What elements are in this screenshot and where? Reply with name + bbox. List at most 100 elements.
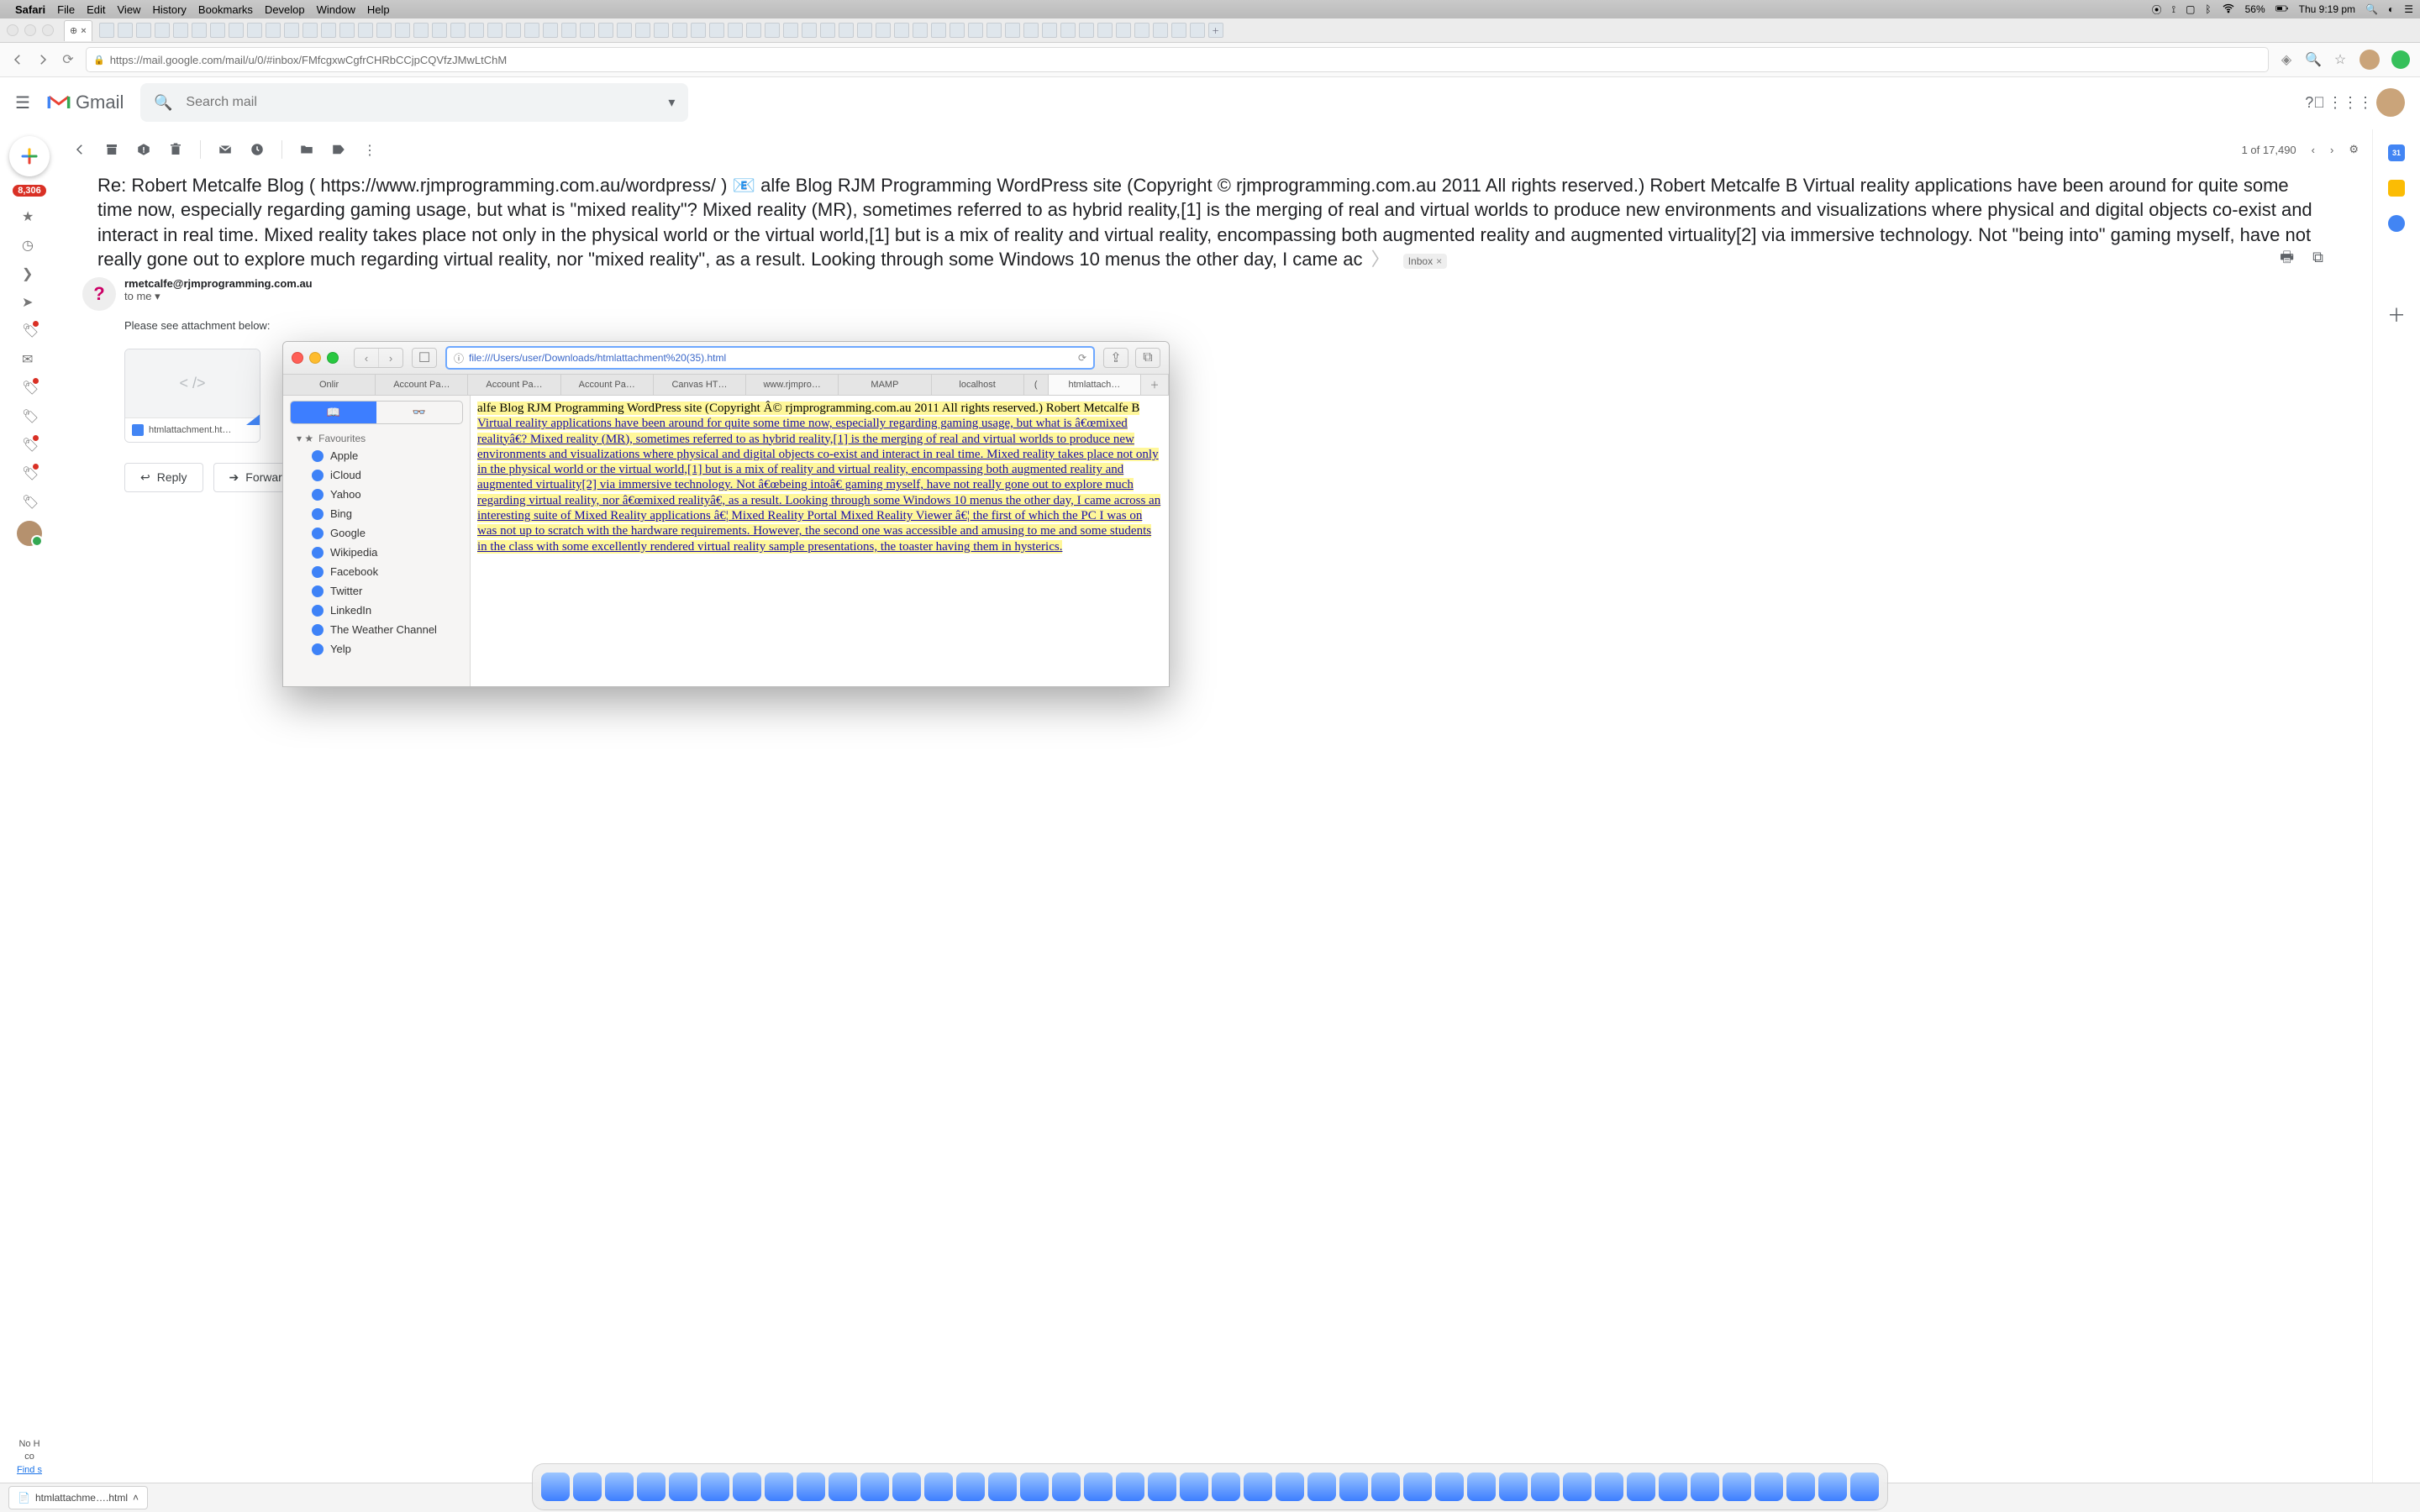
reading-list-tab-icon[interactable]: 👓 <box>376 402 462 423</box>
minimize-window-icon[interactable] <box>24 24 36 36</box>
favourites-section[interactable]: ▾ ★ Favourites <box>283 429 470 446</box>
sidebar-toggle-icon[interactable]: ☐ <box>412 348 437 368</box>
share-icon[interactable]: ⇪ <box>1103 348 1128 368</box>
pinned-tab[interactable] <box>358 23 373 38</box>
favourite-item[interactable]: LinkedIn <box>283 601 470 620</box>
menubar-help[interactable]: Help <box>367 3 390 16</box>
tab[interactable]: Account Pa… <box>561 375 654 395</box>
dock-app-icon[interactable] <box>1531 1473 1560 1501</box>
zoom-window-icon[interactable] <box>42 24 54 36</box>
tab[interactable]: www.rjmpro… <box>746 375 839 395</box>
spotlight-icon[interactable]: 🔍 <box>2365 3 2378 15</box>
pinned-tab[interactable] <box>136 23 151 38</box>
pinned-tab[interactable] <box>376 23 392 38</box>
dock-app-icon[interactable] <box>1499 1473 1528 1501</box>
pinned-tab[interactable] <box>857 23 872 38</box>
category-nav-icon[interactable]: 🏷 <box>22 465 37 480</box>
new-tab-button[interactable]: ＋ <box>1208 23 1223 38</box>
dock-app-icon[interactable] <box>1723 1473 1751 1501</box>
pinned-tab[interactable] <box>986 23 1002 38</box>
dock-app-icon[interactable] <box>733 1473 761 1501</box>
more-actions-icon[interactable]: ⋮ <box>363 142 378 157</box>
dock-app-icon[interactable] <box>1659 1473 1687 1501</box>
tab[interactable]: Account Pa… <box>376 375 468 395</box>
bluetooth-icon[interactable]: ᛒ <box>2205 3 2211 15</box>
category-nav-icon[interactable]: 🏷 <box>22 437 37 452</box>
dock-app-icon[interactable] <box>988 1473 1017 1501</box>
tab[interactable]: Canvas HT… <box>654 375 746 395</box>
compose-button[interactable] <box>9 136 50 176</box>
favourite-item[interactable]: Bing <box>283 504 470 523</box>
search-mail[interactable]: 🔍 ▾ <box>140 83 688 122</box>
sent-nav-icon[interactable]: ➤ <box>22 294 37 309</box>
pinned-tab[interactable] <box>1171 23 1186 38</box>
pinned-tab[interactable] <box>413 23 429 38</box>
pinned-tab[interactable] <box>210 23 225 38</box>
chip-remove-icon[interactable]: × <box>1436 255 1442 267</box>
dock-app-icon[interactable] <box>701 1473 729 1501</box>
pager-next-icon[interactable]: › <box>2330 144 2333 156</box>
tasks-addon-icon[interactable] <box>2388 215 2405 232</box>
dock-app-icon[interactable] <box>573 1473 602 1501</box>
dock-app-icon[interactable] <box>1691 1473 1719 1501</box>
favourite-item[interactable]: Wikipedia <box>283 543 470 562</box>
dock-app-icon[interactable] <box>1467 1473 1496 1501</box>
pinned-tab[interactable] <box>654 23 669 38</box>
pinned-tab[interactable] <box>432 23 447 38</box>
pinned-tab[interactable] <box>1060 23 1076 38</box>
sender-avatar[interactable]: ? <box>82 277 116 311</box>
pinned-tab[interactable] <box>524 23 539 38</box>
category-nav-icon[interactable]: 🏷 <box>22 323 37 338</box>
inbox-chip[interactable]: Inbox× <box>1403 254 1447 269</box>
menubar-extra-icon[interactable]: ⦿ <box>2152 3 2162 17</box>
menubar-bookmarks[interactable]: Bookmarks <box>198 3 253 16</box>
menubar-history[interactable]: History <box>152 3 186 16</box>
pinned-tab[interactable] <box>173 23 188 38</box>
download-chevron-icon[interactable]: ˄ <box>133 1492 139 1504</box>
menubar-clock[interactable]: Thu 9:19 pm <box>2299 3 2355 15</box>
siri-icon[interactable]: ◐ <box>2388 3 2394 15</box>
dock-app-icon[interactable] <box>1148 1473 1176 1501</box>
dock-app-icon[interactable] <box>956 1473 985 1501</box>
dock-app-icon[interactable] <box>829 1473 857 1501</box>
pinned-tab[interactable] <box>820 23 835 38</box>
inbox-count-badge[interactable]: 8,306 <box>13 185 46 197</box>
bookmarks-tab-icon[interactable]: 📖 <box>291 402 376 423</box>
pinned-tab[interactable] <box>229 23 244 38</box>
tab-close-icon[interactable]: × <box>81 26 86 36</box>
pinned-tab[interactable] <box>580 23 595 38</box>
pinned-tab[interactable] <box>1134 23 1150 38</box>
labels-icon[interactable] <box>331 142 346 157</box>
window-controls[interactable] <box>292 352 339 364</box>
pinned-tab[interactable] <box>913 23 928 38</box>
pinned-tab[interactable] <box>672 23 687 38</box>
pinned-tab[interactable] <box>561 23 576 38</box>
menubar-view[interactable]: View <box>118 3 141 16</box>
dock-app-icon[interactable] <box>1307 1473 1336 1501</box>
pinned-tab[interactable] <box>968 23 983 38</box>
dock-app-icon[interactable] <box>1116 1473 1144 1501</box>
archive-icon[interactable] <box>104 142 119 157</box>
menubar-app[interactable]: Safari <box>15 3 45 16</box>
pinned-tab[interactable] <box>1190 23 1205 38</box>
dock-app-icon[interactable] <box>1276 1473 1304 1501</box>
dock-app-icon[interactable] <box>1786 1473 1815 1501</box>
dock-app-icon[interactable] <box>797 1473 825 1501</box>
window-controls[interactable] <box>7 24 54 36</box>
address-bar[interactable]: 🔒 https://mail.google.com/mail/u/0/#inbo… <box>86 47 2269 72</box>
support-icon[interactable]: ?⃝ <box>2306 93 2324 112</box>
label-important-icon[interactable]: 〉 <box>1371 249 1390 270</box>
active-tab[interactable]: ⊕ × <box>64 20 92 41</box>
pinned-tab[interactable] <box>1153 23 1168 38</box>
pinned-tab[interactable] <box>876 23 891 38</box>
important-nav-icon[interactable]: ❯ <box>22 265 37 281</box>
pinned-tab[interactable] <box>839 23 854 38</box>
dock-app-icon[interactable] <box>1563 1473 1591 1501</box>
pinned-tab[interactable] <box>1097 23 1113 38</box>
dock-app-icon[interactable] <box>1020 1473 1049 1501</box>
pinned-tab[interactable] <box>395 23 410 38</box>
pager-prev-icon[interactable]: ‹ <box>2312 144 2315 156</box>
pinned-tab[interactable] <box>155 23 170 38</box>
pinned-tab[interactable] <box>598 23 613 38</box>
show-details-icon[interactable]: ▾ <box>155 290 160 302</box>
